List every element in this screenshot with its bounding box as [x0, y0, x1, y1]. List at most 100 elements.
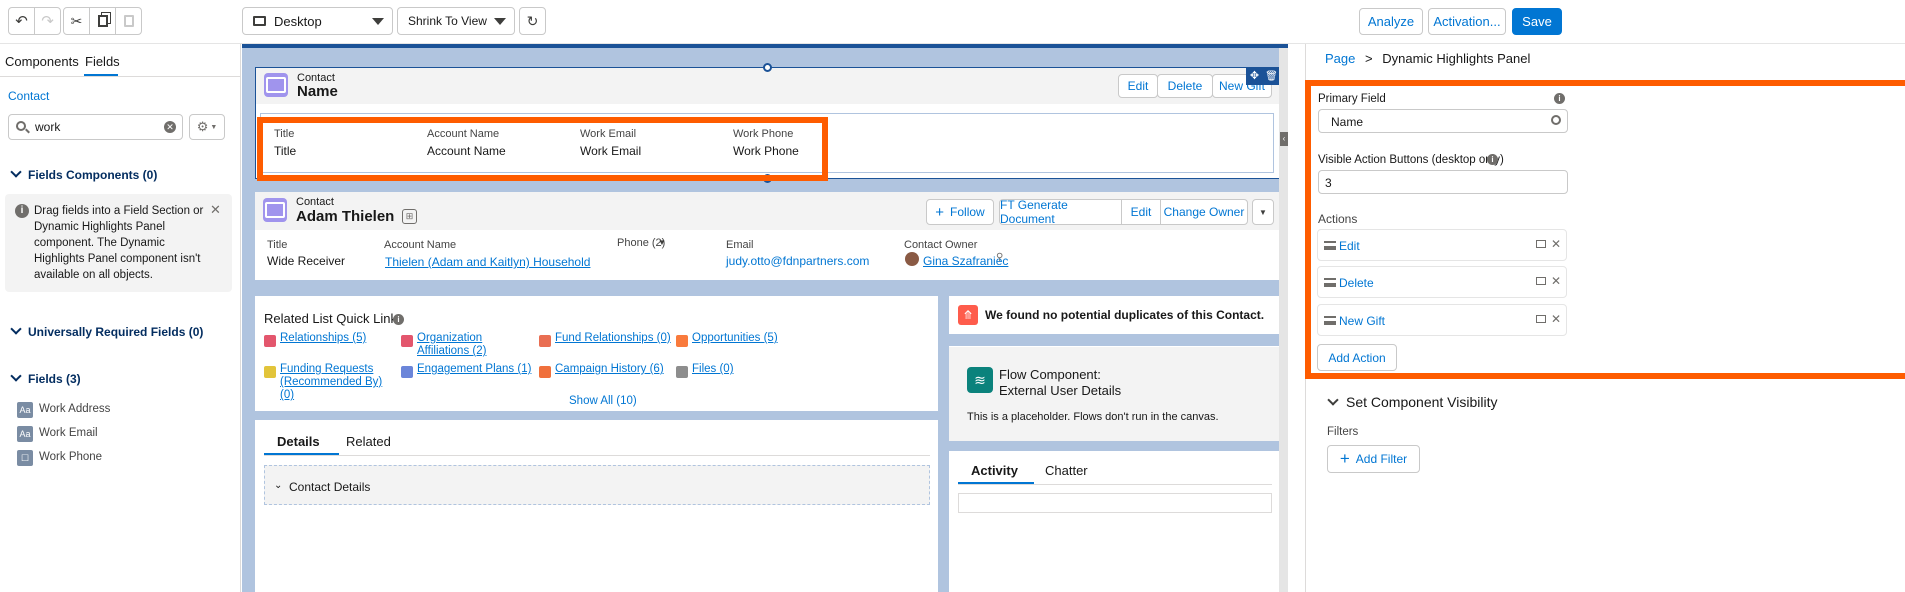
field-item-work-address[interactable]: Aa Work Address — [17, 402, 217, 420]
record-highlights: Contact Adam Thielen ⊞ + Follow FT Genera… — [255, 192, 1281, 280]
copy-button[interactable] — [89, 7, 116, 35]
copy-icon — [97, 15, 108, 27]
files-icon — [676, 366, 688, 378]
dhp-delete-handle[interactable]: 🗑 — [1263, 68, 1280, 85]
tab-related[interactable]: Related — [346, 434, 391, 449]
record-field-value: Wide Receiver — [267, 254, 346, 268]
search-input[interactable]: work — [35, 120, 60, 134]
campaign-history-icon — [539, 366, 551, 378]
device-select[interactable]: Desktop — [242, 7, 393, 35]
quick-link-label: Files (0) — [692, 363, 734, 375]
record-name: Adam Thielen — [296, 208, 395, 225]
account-link[interactable]: Thielen (Adam and Kaitlyn) Household — [385, 255, 590, 269]
tab-chatter[interactable]: Chatter — [1045, 463, 1088, 478]
hierarchy-icon[interactable]: ⊞ — [402, 209, 417, 224]
tab-fields[interactable]: Fields — [85, 54, 120, 69]
affiliations-icon — [401, 335, 413, 347]
contact-details-section[interactable]: ⌄ Contact Details — [264, 465, 930, 505]
avatar — [905, 252, 919, 266]
canvas-top-bar — [242, 44, 1288, 48]
redo-button[interactable]: ↷ — [34, 7, 61, 35]
universally-required-header[interactable]: Universally Required Fields (0) — [10, 323, 203, 339]
activation-button[interactable]: Activation... — [1428, 8, 1506, 35]
generate-document-button[interactable]: FT Generate Document — [999, 198, 1122, 226]
refresh-button[interactable]: ↻ — [519, 7, 546, 35]
visibility-header[interactable]: Set Component Visibility — [1327, 394, 1498, 410]
flow-icon: ≋ — [967, 367, 993, 393]
tab-components[interactable]: Components — [5, 54, 79, 69]
dhp-resize-dot-top[interactable] — [763, 63, 772, 72]
fund-relationships-icon — [539, 335, 551, 347]
tabs-divider — [264, 455, 930, 456]
zoom-select[interactable]: Shrink To View — [397, 7, 515, 35]
settings-menu-button[interactable]: ⚙ ▼ — [189, 114, 225, 140]
record-field-label: Title — [267, 239, 288, 251]
object-link[interactable]: Contact — [8, 89, 49, 103]
tab-activity[interactable]: Activity — [971, 463, 1018, 478]
dhp-header: Contact Name Edit Delete New Gift — [256, 68, 1280, 104]
highlight-box-properties — [1305, 80, 1905, 379]
cut-button[interactable]: ✂ — [63, 7, 90, 35]
record-field-label: Account Name — [384, 239, 457, 251]
analyze-button[interactable]: Analyze — [1359, 8, 1423, 35]
fields-components-header[interactable]: Fields Components (0) — [10, 166, 158, 182]
more-actions-button[interactable]: ▼ — [1252, 199, 1274, 225]
chevron-down-icon: ▼ — [1259, 207, 1267, 217]
activation-label: Activation... — [1433, 14, 1501, 29]
relationships-icon — [264, 335, 276, 347]
contact-details-label: Contact Details — [289, 480, 371, 494]
dhp-edit-button[interactable]: Edit — [1118, 74, 1158, 98]
flow-placeholder: This is a placeholder. Flows don't run i… — [967, 411, 1219, 423]
filters-label: Filters — [1327, 426, 1359, 438]
phone-dropdown-icon[interactable]: ▼ — [658, 238, 666, 247]
add-filter-label: Add Filter — [1355, 452, 1408, 466]
email-link[interactable]: judy.otto@fdnpartners.com — [726, 254, 869, 268]
change-owner-icon[interactable]: ⚲ — [996, 252, 1003, 263]
analyze-label: Analyze — [1367, 14, 1415, 29]
undo-button[interactable]: ↶ — [8, 7, 35, 35]
dhp-move-handle[interactable]: ✥ — [1246, 68, 1263, 85]
field-item-work-email[interactable]: Aa Work Email — [17, 426, 217, 444]
clear-icon[interactable]: ✕ — [164, 121, 176, 133]
breadcrumb-separator: > — [1365, 51, 1373, 66]
record-object-label: Contact — [296, 196, 334, 208]
follow-button[interactable]: + Follow — [926, 199, 994, 225]
close-icon[interactable]: ✕ — [210, 202, 221, 218]
flow-component[interactable]: ≋ Flow Component: External User Details … — [949, 346, 1281, 441]
add-filter-button[interactable]: + Add Filter — [1327, 445, 1420, 473]
plus-icon: + — [935, 203, 945, 221]
field-item-work-phone[interactable]: ☐ Work Phone — [17, 450, 217, 468]
change-owner-button[interactable]: Change Owner — [1160, 199, 1248, 225]
quick-links-card: Related List Quick Links i Relationships… — [255, 296, 938, 411]
follow-label: Follow — [950, 205, 985, 219]
visibility-title: Set Component Visibility — [1346, 394, 1498, 410]
info-icon: i — [15, 204, 29, 218]
chevron-down-icon — [10, 166, 22, 178]
top-toolbar: ↶ ↷ ✂ Desktop Shrink To View ↻ Analyze A… — [0, 0, 1905, 44]
save-button[interactable]: Save — [1512, 8, 1562, 35]
chevron-down-icon: ▼ — [210, 123, 218, 131]
activity-composer[interactable] — [958, 493, 1272, 513]
canvas-scrollbar[interactable] — [1279, 48, 1288, 592]
record-field-label: Email — [726, 239, 754, 251]
tab-details[interactable]: Details — [277, 434, 320, 449]
cut-icon: ✂ — [70, 12, 83, 29]
plus-icon: + — [1339, 449, 1350, 468]
dhp-delete-button[interactable]: Delete — [1157, 74, 1213, 98]
show-all-link[interactable]: Show All (10) — [569, 395, 637, 407]
record-edit-button[interactable]: Edit — [1121, 199, 1161, 225]
quick-link-label: Organization Affiliations (2) — [417, 332, 487, 357]
fields-header[interactable]: Fields (3) — [10, 370, 81, 386]
chevron-down-icon — [10, 370, 22, 382]
paste-button[interactable] — [115, 7, 142, 35]
highlight-box-dhp-fields — [257, 117, 828, 181]
engagement-plans-icon — [401, 366, 413, 378]
undo-icon: ↶ — [15, 13, 28, 30]
field-label: Work Phone — [39, 451, 103, 463]
breadcrumb-page[interactable]: Page — [1325, 51, 1355, 66]
activity-card: Activity Chatter — [949, 451, 1281, 592]
collapse-handle[interactable]: ‹ — [1280, 132, 1288, 146]
fields-components-title: Fields Components (0) — [28, 168, 158, 182]
duplicates-icon: ⤊ — [958, 305, 978, 325]
chevron-down-icon: ⌄ — [274, 480, 283, 491]
